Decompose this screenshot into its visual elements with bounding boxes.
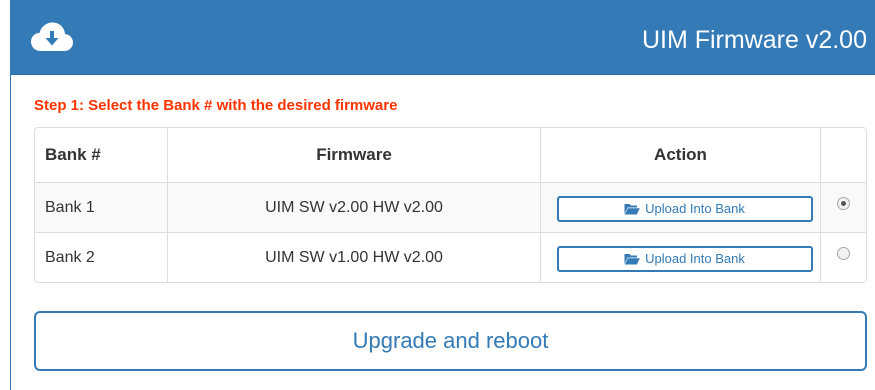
- table-row: Bank 2 UIM SW v1.00 HW v2.00 Upload Into…: [35, 232, 866, 282]
- panel-header: UIM Firmware v2.00: [11, 0, 875, 75]
- folder-open-icon: [624, 203, 640, 214]
- upload-into-bank-button[interactable]: Upload Into Bank: [556, 195, 813, 222]
- panel-title: UIM Firmware v2.00: [641, 26, 867, 54]
- upload-button-label: Upload Into Bank: [645, 251, 745, 266]
- bank-table: Bank # Firmware Action Bank 1 UIM SW v2.…: [34, 127, 867, 283]
- column-header-bank: Bank #: [45, 145, 101, 164]
- table-header-row: Bank # Firmware Action: [35, 128, 866, 182]
- upload-into-bank-button[interactable]: Upload Into Bank: [556, 245, 813, 272]
- cloud-download-icon: [31, 22, 73, 51]
- folder-open-icon: [624, 253, 640, 264]
- bank-name: Bank 1: [45, 198, 95, 216]
- firmware-version: UIM SW v2.00 HW v2.00: [167, 183, 540, 232]
- action-cell: Upload Into Bank: [540, 233, 820, 282]
- table-row: Bank 1 UIM SW v2.00 HW v2.00 Upload Into…: [35, 182, 866, 232]
- step-instruction: Step 1: Select the Bank # with the desir…: [34, 97, 398, 114]
- firmware-version: UIM SW v1.00 HW v2.00: [167, 233, 540, 282]
- select-cell: [820, 183, 866, 232]
- column-header-select: [820, 128, 866, 182]
- bank-2-radio[interactable]: [837, 247, 850, 260]
- bank-name: Bank 2: [45, 248, 95, 266]
- column-header-action: Action: [540, 128, 820, 182]
- upgrade-and-reboot-button[interactable]: Upgrade and reboot: [34, 311, 867, 371]
- select-cell: [820, 233, 866, 282]
- column-header-firmware: Firmware: [167, 128, 540, 182]
- firmware-panel: UIM Firmware v2.00 Step 1: Select the Ba…: [10, 0, 875, 390]
- bank-1-radio[interactable]: [837, 197, 850, 210]
- upload-button-label: Upload Into Bank: [645, 201, 745, 216]
- action-cell: Upload Into Bank: [540, 183, 820, 232]
